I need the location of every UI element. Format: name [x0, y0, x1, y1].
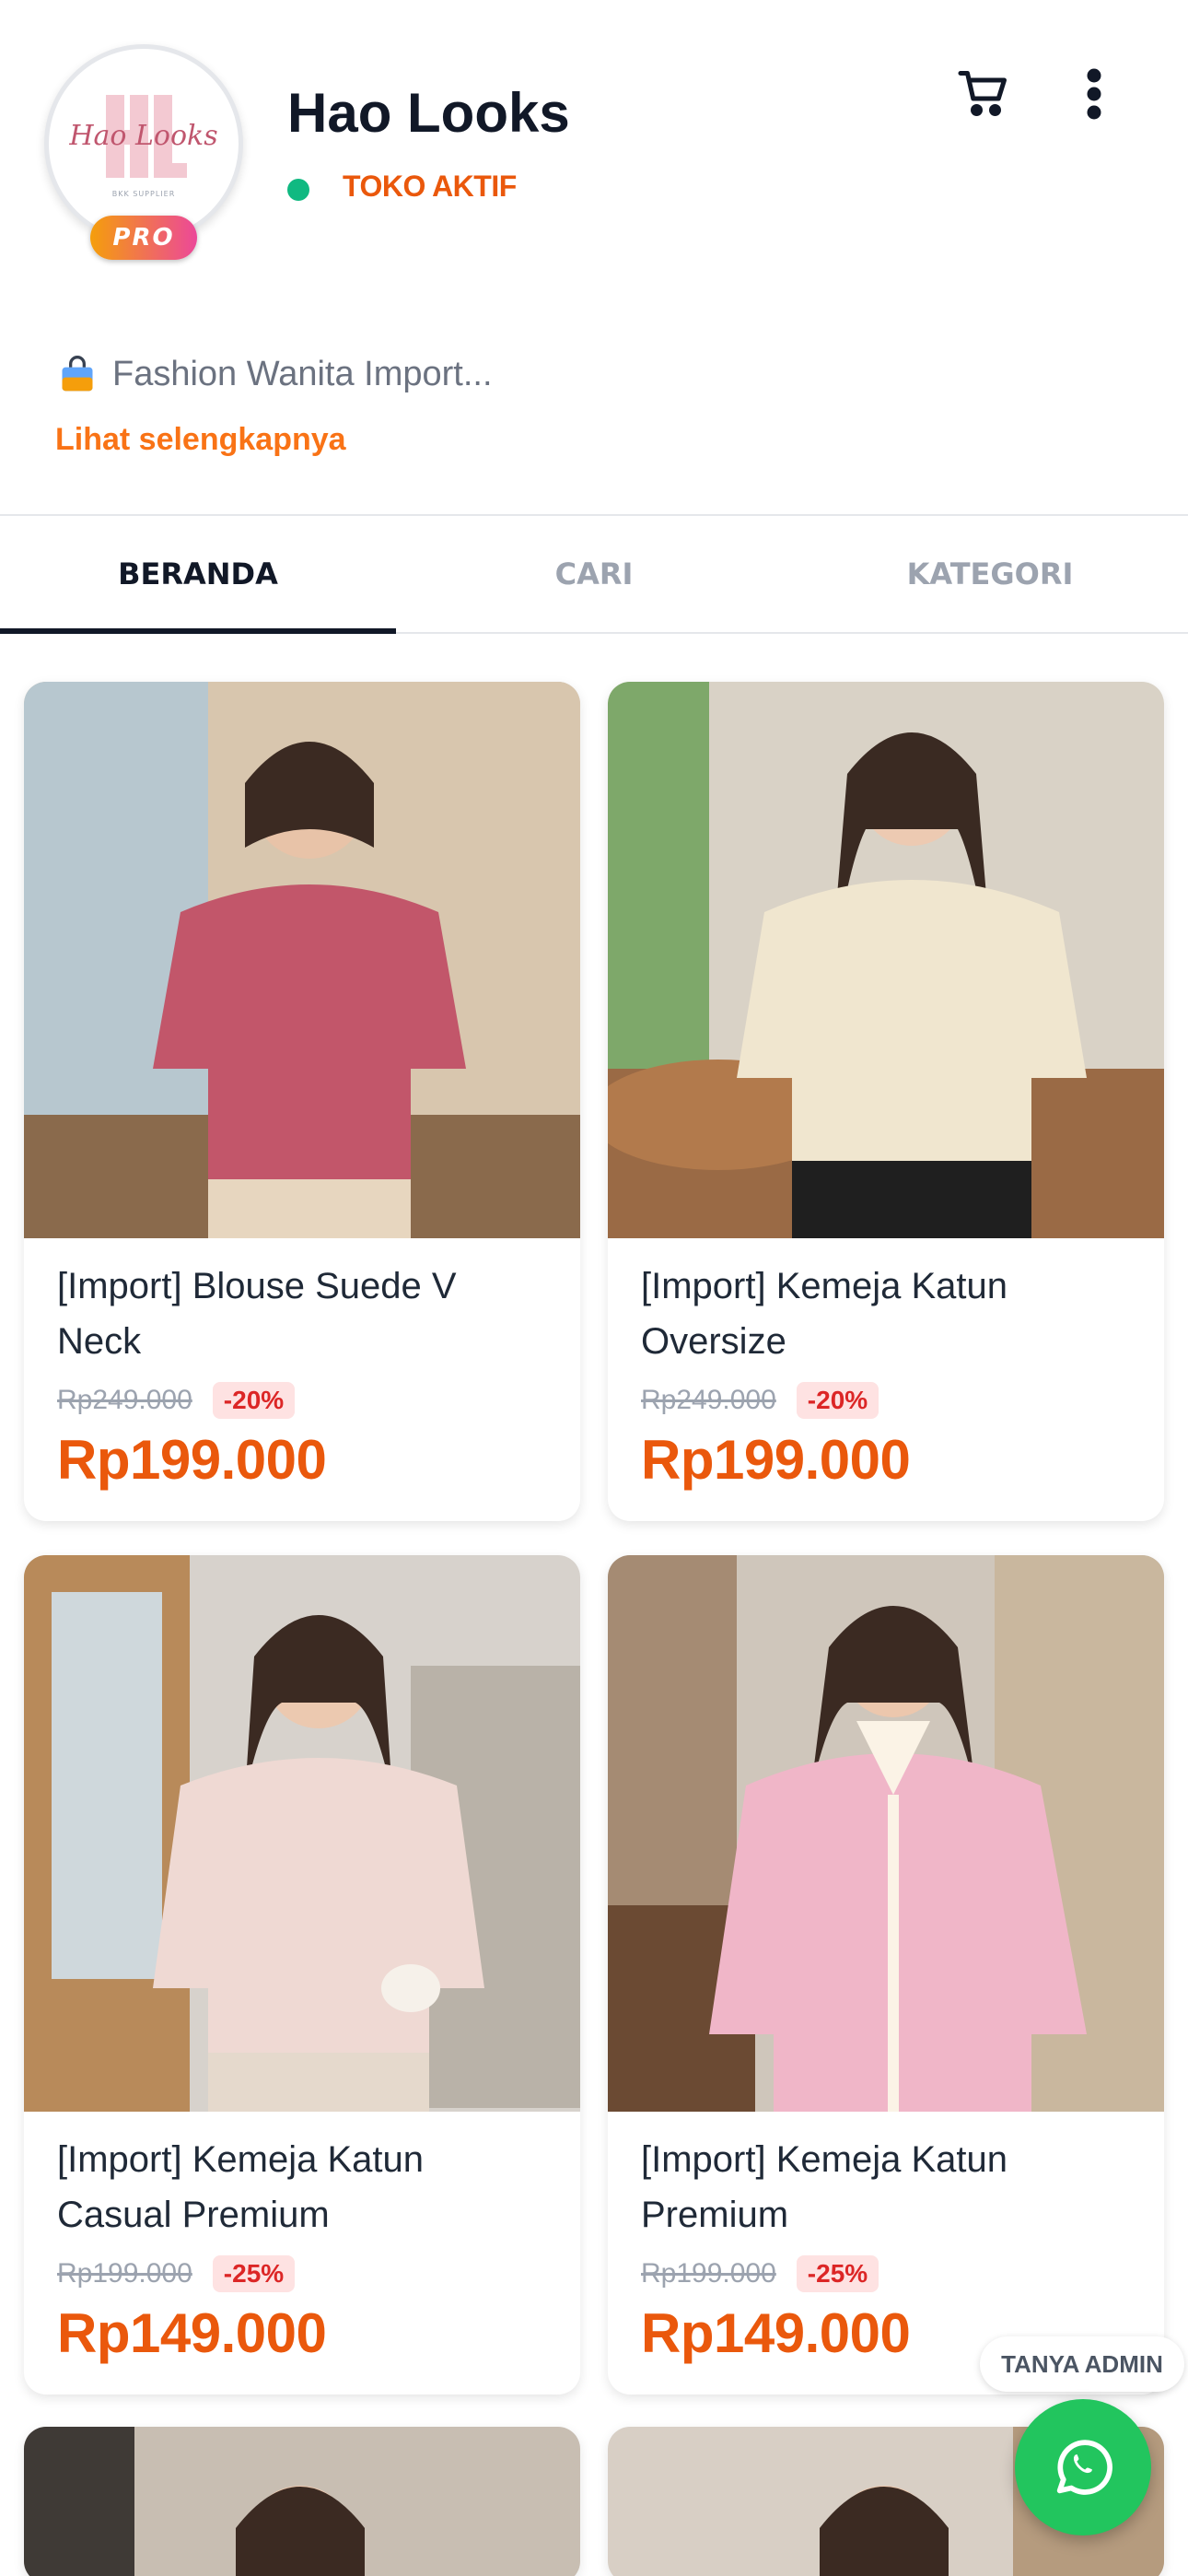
product-price: Rp199.000 [641, 1429, 911, 1491]
product-title: [Import] Kemeja Katun Oversize [641, 1266, 1007, 1362]
status-dot [287, 179, 309, 201]
original-price: Rp249.000 [641, 1385, 776, 1415]
shop-header: Hao Looks BKK SUPPLIER PRO Hao Looks TOK… [0, 0, 1188, 457]
tab-cari[interactable]: CARI [396, 516, 792, 632]
original-price: Rp199.000 [57, 2258, 192, 2289]
shop-name: Hao Looks [287, 82, 570, 144]
product-image[interactable] [608, 1555, 1164, 2112]
discount-badge: -25% [796, 2255, 879, 2292]
more-vertical-icon [1087, 68, 1101, 120]
product-card[interactable]: [Import] Blouse Suede V Neck Rp249.000 -… [24, 682, 580, 1521]
product-photo [608, 1555, 1164, 2112]
shopping-bag-icon [62, 356, 93, 392]
original-price: Rp249.000 [57, 1385, 192, 1415]
product-photo [608, 682, 1164, 1238]
product-card[interactable]: [Import] Kemeja Katun Oversize Rp249.000… [608, 682, 1164, 1521]
more-options-button[interactable] [1057, 57, 1131, 131]
shop-status: TOKO AKTIF [343, 170, 517, 203]
logo-image: Hao Looks BKK SUPPLIER [68, 95, 218, 198]
shop-description: Fashion Wanita Import... [57, 354, 493, 394]
product-title: [Import] Blouse Suede V Neck [57, 1266, 457, 1362]
product-price: Rp149.000 [57, 2302, 327, 2364]
cart-button[interactable] [947, 57, 1020, 131]
discount-badge: -20% [212, 1382, 296, 1419]
whatsapp-icon [1056, 2440, 1112, 2495]
description-text: Fashion Wanita Import... [112, 354, 493, 393]
product-photo [24, 682, 580, 1238]
product-card[interactable] [24, 2427, 580, 2576]
product-price: Rp199.000 [57, 1429, 327, 1491]
pro-badge: PRO [90, 216, 197, 260]
tab-bar: BERANDA CARI KATEGORI [0, 514, 1188, 634]
tab-kategori[interactable]: KATEGORI [792, 516, 1188, 632]
whatsapp-button[interactable] [1015, 2399, 1151, 2535]
product-photo [24, 2427, 580, 2576]
product-card[interactable]: [Import] Kemeja Katun Casual Premium Rp1… [24, 1555, 580, 2395]
product-card[interactable]: [Import] Kemeja Katun Premium Rp199.000 … [608, 1555, 1164, 2395]
discount-badge: -25% [212, 2255, 296, 2292]
product-image[interactable] [24, 1555, 580, 2112]
shop-logo[interactable]: Hao Looks BKK SUPPLIER [44, 44, 243, 243]
product-photo [24, 1555, 580, 2112]
cart-icon [958, 71, 1007, 116]
product-image[interactable] [608, 682, 1164, 1238]
svg-text:BKK SUPPLIER: BKK SUPPLIER [112, 190, 176, 198]
product-image[interactable] [24, 682, 580, 1238]
tab-beranda[interactable]: BERANDA [0, 516, 396, 634]
svg-text:Hao Looks: Hao Looks [68, 120, 217, 152]
original-price: Rp199.000 [641, 2258, 776, 2289]
product-title: [Import] Kemeja Katun Premium [641, 2139, 1007, 2235]
discount-badge: -20% [796, 1382, 879, 1419]
ask-admin-label[interactable]: TANYA ADMIN [980, 2336, 1184, 2392]
see-more-link[interactable]: Lihat selengkapnya [55, 422, 346, 458]
product-title: [Import] Kemeja Katun Casual Premium [57, 2139, 424, 2235]
